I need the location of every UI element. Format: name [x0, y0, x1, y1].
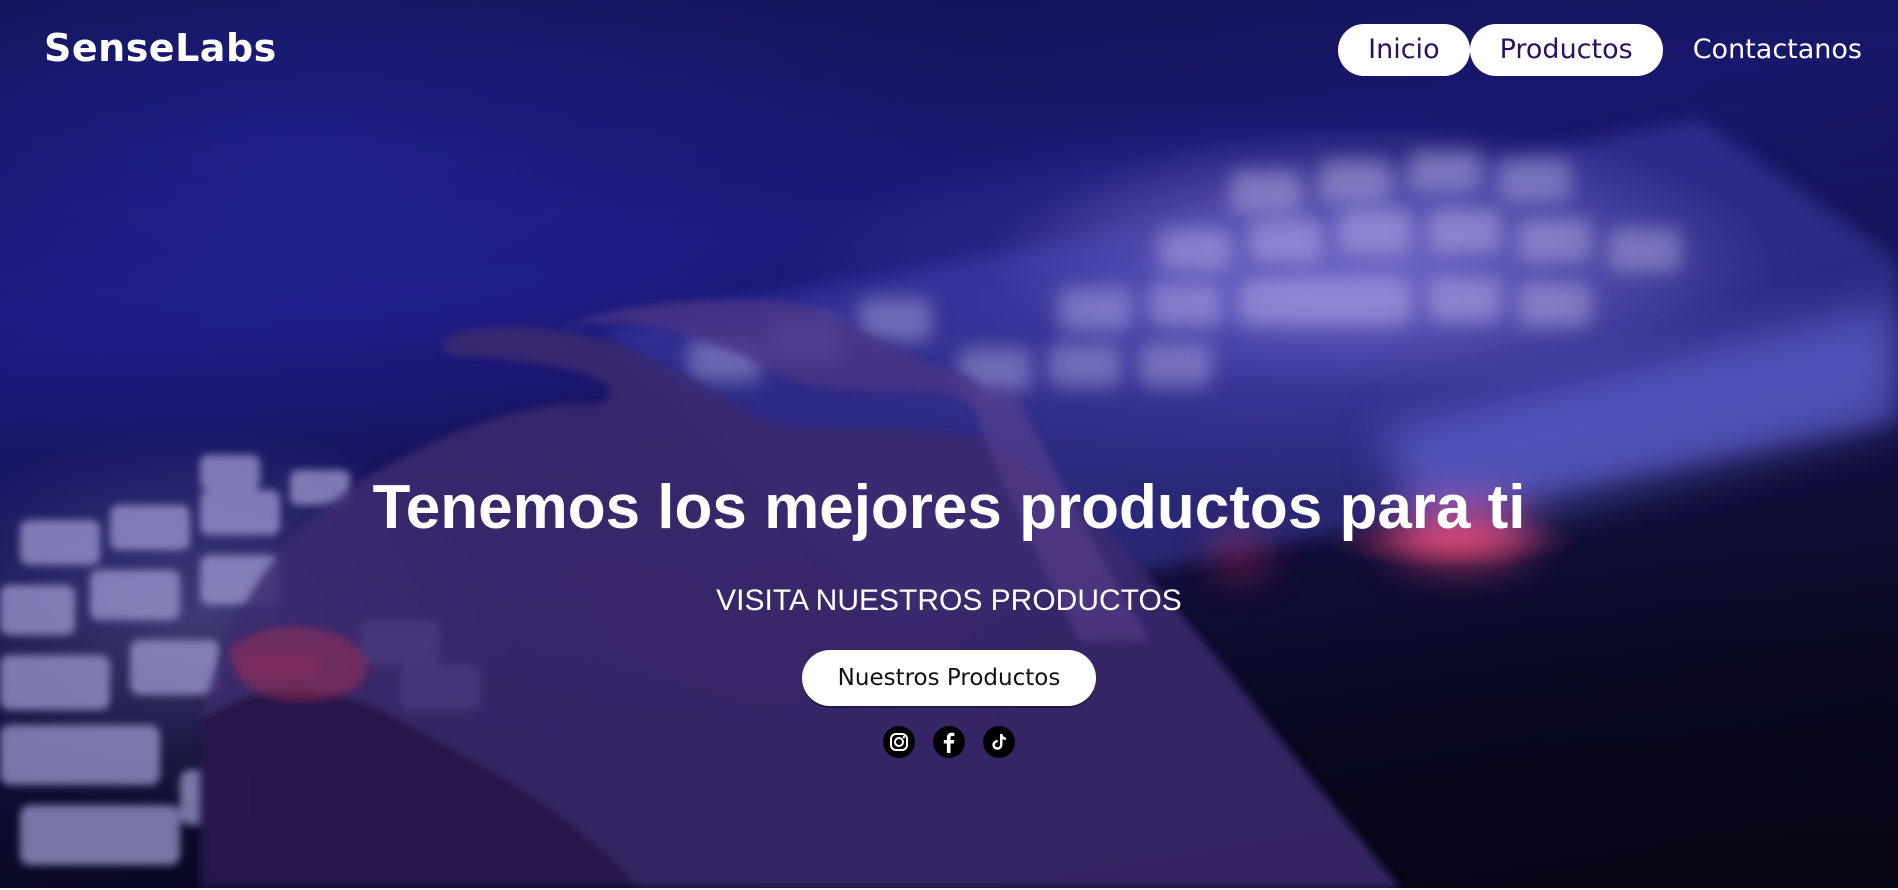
- hero-content: Tenemos los mejores productos para ti VI…: [0, 0, 1898, 888]
- social-links: [0, 726, 1898, 758]
- tiktok-icon[interactable]: [983, 726, 1015, 758]
- facebook-icon[interactable]: [933, 726, 965, 758]
- instagram-icon[interactable]: [883, 726, 915, 758]
- products-cta-button[interactable]: Nuestros Productos: [802, 650, 1096, 706]
- hero-subheadline: VISITA NUESTROS PRODUCTOS: [716, 584, 1182, 617]
- hero-headline: Tenemos los mejores productos para ti: [372, 473, 1526, 542]
